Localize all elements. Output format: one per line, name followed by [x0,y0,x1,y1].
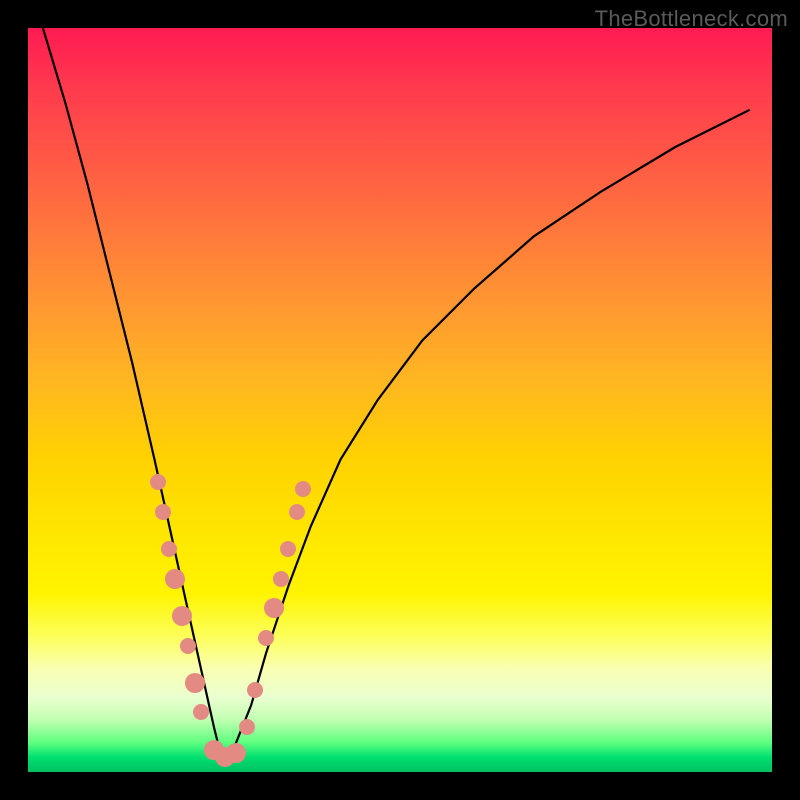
data-point-marker [172,606,192,626]
data-point-marker [273,571,289,587]
data-point-marker [165,569,185,589]
data-point-marker [258,630,274,646]
data-point-marker [289,504,305,520]
data-point-marker [247,682,263,698]
bottleneck-curve [28,28,772,772]
data-point-marker [280,541,296,557]
data-point-marker [155,504,171,520]
data-point-marker [239,719,255,735]
data-point-marker [226,743,246,763]
data-point-marker [295,481,311,497]
data-point-marker [180,638,196,654]
data-point-marker [185,673,205,693]
watermark-text: TheBottleneck.com [595,6,788,32]
data-point-marker [193,704,209,720]
chart-canvas: TheBottleneck.com [0,0,800,800]
data-point-marker [161,541,177,557]
data-point-marker [264,598,284,618]
data-point-marker [150,474,166,490]
plot-area [28,28,772,772]
